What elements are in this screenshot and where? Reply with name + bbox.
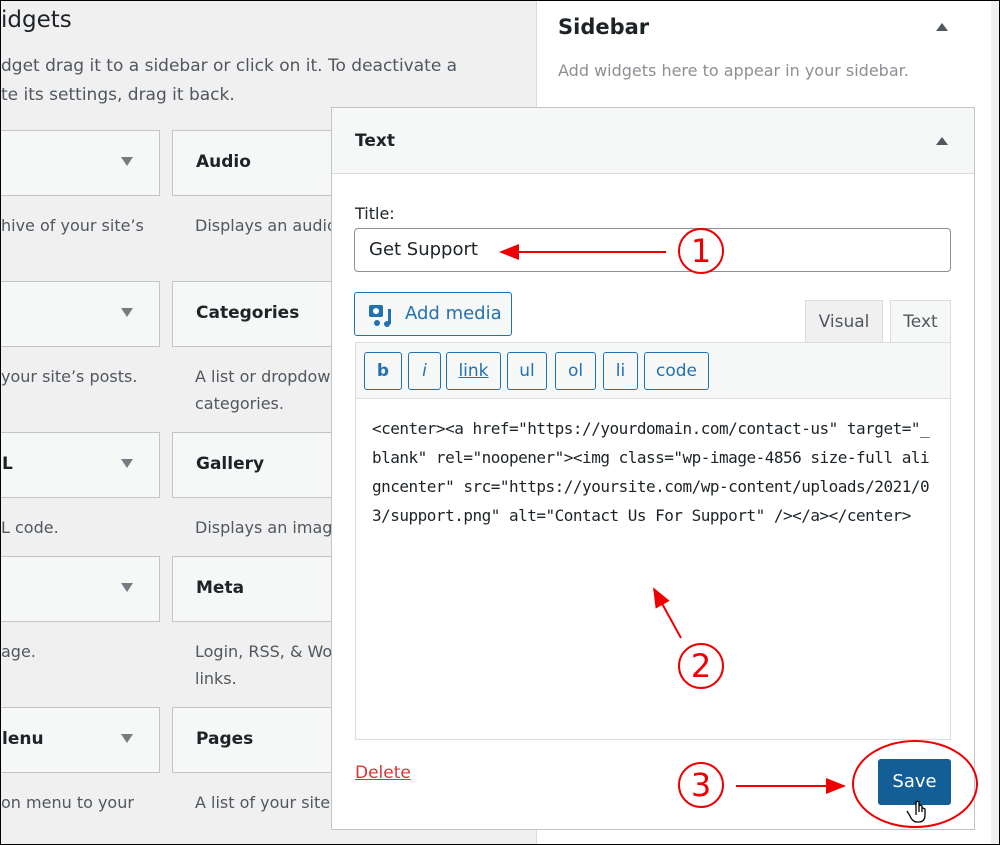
- widget-title: Gallery: [196, 454, 265, 474]
- widget-title: Categories: [196, 303, 300, 323]
- widget-header[interactable]: Text: [332, 108, 974, 174]
- expand-arrow-icon[interactable]: [121, 308, 133, 317]
- widget-item[interactable]: [1, 556, 160, 622]
- widget-description: Displays an audio: [195, 216, 337, 235]
- quicktag-ol-button[interactable]: ol: [555, 352, 596, 390]
- add-media-label: Add media: [405, 303, 502, 324]
- annotation-2: 2: [678, 643, 724, 689]
- expand-arrow-icon[interactable]: [121, 157, 133, 166]
- widget-description: L code.: [1, 518, 59, 537]
- widget-title: lenu: [2, 729, 44, 749]
- annotation-3: 3: [678, 762, 724, 808]
- quicktag-b-button[interactable]: b: [364, 352, 402, 390]
- quicktags-toolbar: b i link ul ol li code: [355, 342, 951, 399]
- widget-description: age.: [1, 642, 36, 661]
- widget-description: your site’s posts.: [1, 367, 138, 386]
- save-button[interactable]: Save: [878, 759, 951, 805]
- collapse-arrow-icon[interactable]: [936, 23, 948, 31]
- widget-item[interactable]: [1, 130, 160, 196]
- widget-description: A list or dropdow categories.: [195, 367, 331, 413]
- delete-link[interactable]: Delete: [355, 763, 411, 783]
- media-icon: [369, 305, 391, 327]
- widget-item[interactable]: [1, 281, 160, 347]
- page-title: idgets: [1, 7, 72, 33]
- quicktag-link-button[interactable]: link: [446, 352, 501, 390]
- expand-arrow-icon[interactable]: [121, 734, 133, 743]
- sidebar-description: Add widgets here to appear in your sideb…: [558, 61, 909, 80]
- quicktag-li-button[interactable]: li: [603, 352, 638, 390]
- expand-arrow-icon[interactable]: [121, 583, 133, 592]
- title-input[interactable]: Get Support: [354, 228, 951, 272]
- widget-item[interactable]: lenu: [1, 707, 160, 773]
- widget-title: Audio: [196, 152, 251, 172]
- text-widget-panel: Text Title: Get Support Add media Visual…: [331, 107, 975, 830]
- widget-description: on menu to your: [1, 793, 134, 812]
- widget-title: Meta: [196, 578, 245, 598]
- add-media-button[interactable]: Add media: [354, 292, 512, 336]
- widget-description: Displays an image: [195, 518, 343, 537]
- widget-description: hive of your site’s: [1, 216, 144, 235]
- sidebar-title: Sidebar: [558, 15, 650, 39]
- quicktag-code-button[interactable]: code: [644, 352, 709, 390]
- widget-title: Pages: [196, 729, 254, 749]
- widget-title: Text: [355, 131, 395, 151]
- screenshot-frame: idgets dget drag it to a sidebar or clic…: [0, 0, 1000, 845]
- content-textarea[interactable]: <center><a href="https://yourdomain.com/…: [355, 398, 951, 740]
- widget-item[interactable]: L: [1, 432, 160, 498]
- quicktag-ul-button[interactable]: ul: [507, 352, 547, 390]
- annotation-1: 1: [678, 228, 724, 274]
- intro-text: dget drag it to a sidebar or click on it…: [1, 56, 458, 105]
- tab-text[interactable]: Text: [890, 300, 951, 344]
- widget-title: L: [2, 454, 13, 474]
- widget-description: A list of your site’: [195, 793, 336, 812]
- widget-description: Login, RSS, & Wo links.: [195, 642, 333, 688]
- title-label: Title:: [355, 204, 395, 223]
- quicktag-i-button[interactable]: i: [408, 352, 441, 390]
- expand-arrow-icon[interactable]: [121, 459, 133, 468]
- collapse-arrow-icon[interactable]: [936, 137, 948, 145]
- tab-visual[interactable]: Visual: [805, 300, 883, 343]
